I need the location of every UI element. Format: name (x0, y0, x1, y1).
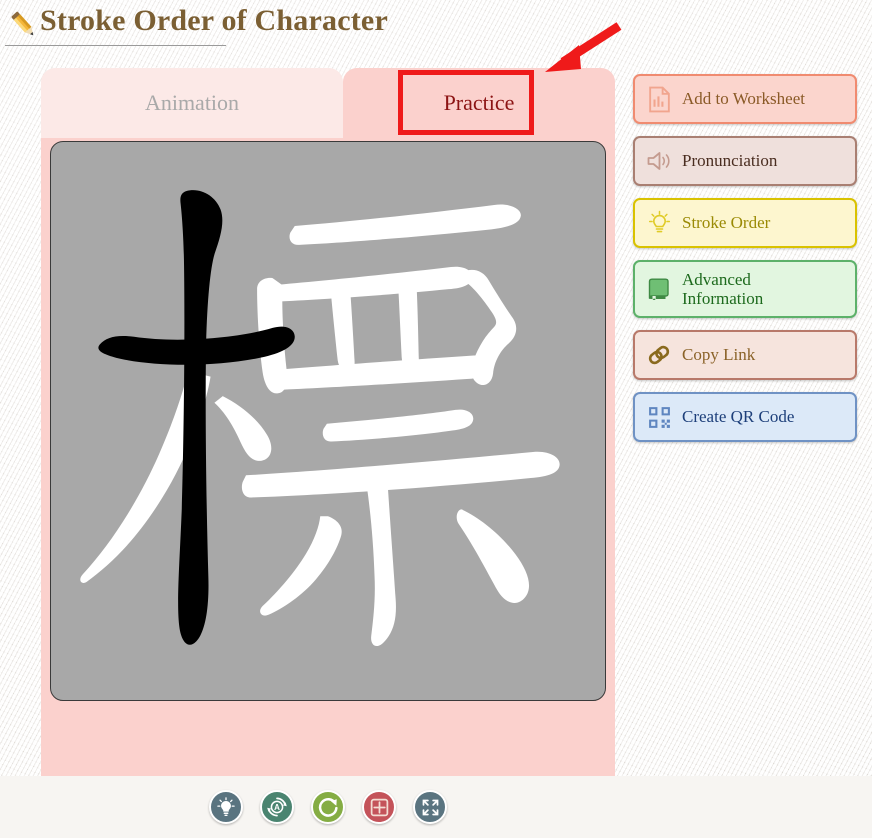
refresh-icon (318, 797, 338, 817)
pronunciation-label: Pronunciation (682, 151, 778, 171)
copy-link-button[interactable]: Copy Link (633, 330, 857, 380)
reset-button[interactable] (311, 790, 345, 824)
action-button-list: Add to Worksheet Pronunciation Stroke Or… (633, 74, 857, 454)
tab-practice[interactable]: Practice (343, 68, 615, 138)
pronunciation-button[interactable]: Pronunciation (633, 136, 857, 186)
character-strokes (80, 190, 560, 647)
advanced-information-line2: Information (682, 289, 764, 308)
link-icon (645, 341, 673, 369)
page-title: Stroke Order of Character (40, 4, 388, 37)
qr-code-icon (645, 403, 673, 431)
lightbulb-icon (217, 797, 235, 816)
pencil-icon (6, 8, 40, 42)
practice-panel: Animation Practice A (41, 68, 615, 824)
add-to-worksheet-button[interactable]: Add to Worksheet (633, 74, 857, 124)
title-underline (5, 45, 226, 46)
fullscreen-button[interactable] (413, 790, 447, 824)
completed-strokes (98, 190, 295, 645)
page-header: Stroke Order of Character (0, 0, 872, 52)
auto-play-icon: A (267, 797, 287, 817)
tab-animation[interactable]: Animation (41, 68, 343, 138)
create-qr-code-label: Create QR Code (682, 407, 795, 427)
lightbulb-icon (645, 209, 673, 237)
stroke-order-button[interactable]: Stroke Order (633, 198, 857, 248)
tab-animation-label: Animation (144, 90, 240, 115)
add-to-worksheet-label: Add to Worksheet (682, 89, 805, 109)
tab-practice-label: Practice (443, 90, 515, 115)
remaining-strokes (80, 204, 560, 647)
document-chart-icon (645, 85, 673, 113)
svg-text:A: A (274, 803, 280, 812)
autoplay-button[interactable]: A (260, 790, 294, 824)
grid-button[interactable] (362, 790, 396, 824)
speaker-icon (645, 147, 673, 175)
stroke-order-label: Stroke Order (682, 213, 771, 233)
stroke-toolbar: A (41, 776, 615, 838)
grid-plus-icon (370, 798, 388, 816)
book-icon (645, 275, 673, 303)
advanced-information-button[interactable]: Advanced Information (633, 260, 857, 318)
fullscreen-icon (422, 799, 438, 815)
advanced-information-label: Advanced Information (682, 270, 763, 308)
character-canvas[interactable] (50, 141, 606, 701)
advanced-information-line1: Advanced (682, 269, 751, 289)
copy-link-label: Copy Link (682, 345, 756, 365)
create-qr-code-button[interactable]: Create QR Code (633, 392, 857, 442)
hint-lightbulb-button[interactable] (209, 790, 243, 824)
